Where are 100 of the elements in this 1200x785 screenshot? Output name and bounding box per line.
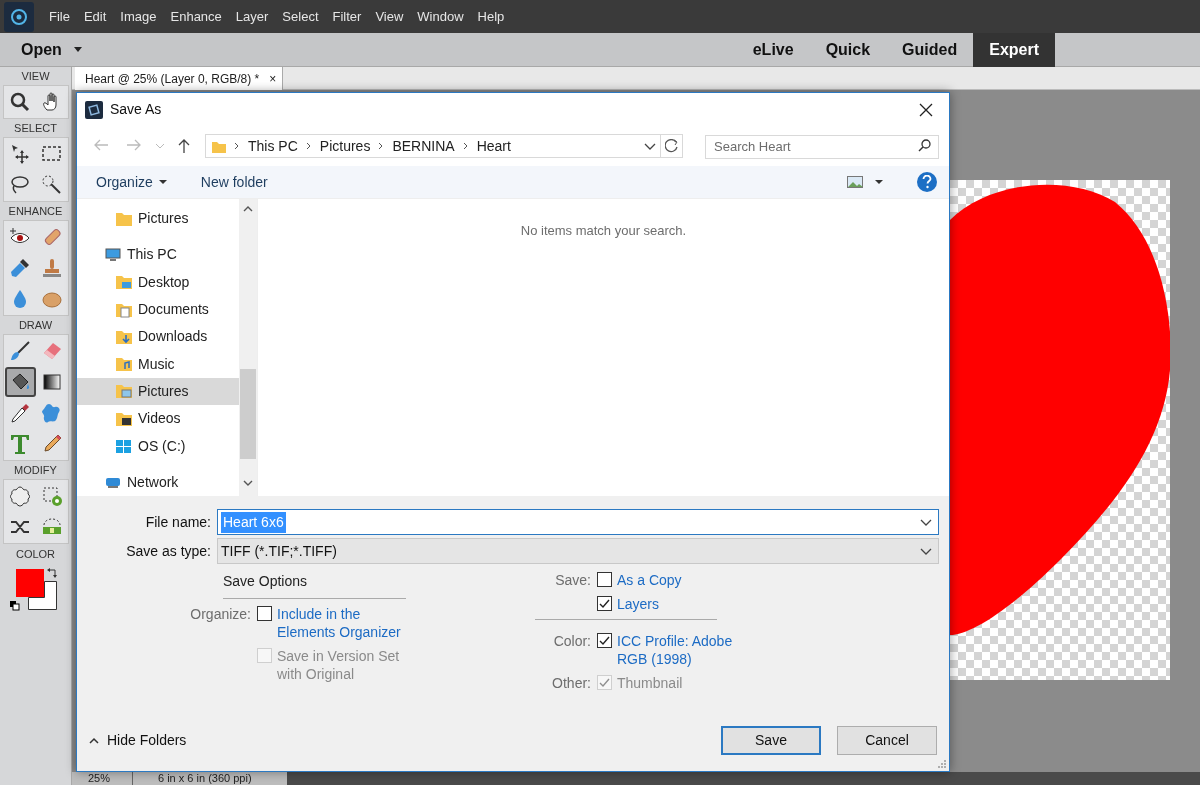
refresh-button[interactable] — [661, 134, 683, 158]
menu-item[interactable]: Select — [275, 6, 326, 27]
breadcrumb-item[interactable]: Heart — [476, 135, 511, 157]
mode-tab[interactable]: eLive — [736, 32, 810, 67]
scroll-thumb[interactable] — [240, 369, 256, 459]
option-label: Color: — [552, 632, 592, 650]
open-button[interactable]: Open — [21, 34, 82, 65]
section-label: MODIFY — [14, 463, 57, 478]
tree-item[interactable]: Music — [77, 350, 239, 378]
scrollbar[interactable] — [239, 199, 257, 496]
blob-shape-icon — [40, 402, 63, 424]
tree-item[interactable]: Network — [77, 468, 239, 496]
magnifier-icon — [9, 91, 31, 113]
chevron-up-icon — [89, 736, 99, 745]
app-logo-icon — [4, 1, 34, 32]
folder-icon — [116, 274, 132, 291]
address-bar[interactable]: This PC Pictures BERNINA Heart — [205, 134, 662, 158]
tree-item[interactable]: Videos — [77, 405, 239, 433]
checkbox[interactable] — [597, 596, 612, 611]
tree-item[interactable]: Downloads — [77, 323, 239, 351]
tree-item[interactable]: This PC — [77, 241, 239, 269]
section-label: SELECT — [14, 121, 57, 136]
breadcrumb-item[interactable]: This PC — [248, 135, 298, 157]
foreground-color-swatch[interactable] — [15, 569, 44, 597]
smudge-icon — [9, 257, 31, 279]
crop-gear-icon — [40, 485, 63, 507]
tree-item[interactable]: OS (C:) — [77, 432, 239, 460]
tree-item[interactable]: Desktop — [77, 268, 239, 296]
checkmark-icon — [599, 677, 610, 688]
menu-item[interactable]: Layer — [228, 6, 276, 27]
move-arrows-icon — [9, 143, 31, 165]
tree-item[interactable]: Pictures — [77, 205, 239, 233]
chevron-right-icon — [378, 142, 385, 150]
stamp-icon — [40, 257, 63, 279]
file-type-dropdown[interactable]: TIFF (*.TIF;*.TIFF) — [217, 538, 939, 564]
menu-item[interactable]: Enhance — [163, 6, 229, 27]
search-icon — [918, 139, 931, 152]
folder-icon — [116, 356, 132, 373]
menu-item[interactable]: Help — [470, 6, 512, 27]
chevron-right-icon — [462, 142, 469, 150]
dialog-button[interactable]: Save — [721, 726, 821, 755]
close-tab-button[interactable]: × — [269, 69, 277, 88]
checkbox-label[interactable]: As a Copy — [617, 571, 747, 589]
swap-arrows-icon — [46, 568, 57, 578]
checkbox[interactable] — [257, 606, 272, 621]
organize-button[interactable]: Organize — [89, 169, 174, 195]
zoom-level: 25% — [72, 772, 132, 785]
tree-item[interactable]: Pictures — [77, 377, 239, 406]
refresh-icon — [664, 139, 679, 153]
option-label: Other: — [551, 674, 592, 692]
menu-item[interactable]: File — [42, 6, 77, 27]
new-folder-button[interactable]: New folder — [193, 169, 275, 195]
checkbox-label[interactable]: Include in the Elements Organizer — [277, 605, 407, 641]
dialog-title: Save As — [110, 100, 163, 119]
help-button[interactable] — [917, 172, 937, 192]
folder-icon — [116, 328, 132, 345]
windows-drive-icon — [116, 438, 132, 454]
hide-folders-button[interactable]: Hide Folders — [89, 730, 187, 751]
chevron-down-icon — [920, 518, 932, 526]
menu-item[interactable]: Edit — [76, 6, 114, 27]
menu-item[interactable]: View — [368, 6, 411, 27]
mode-tab[interactable]: Guided — [886, 32, 974, 67]
breadcrumb-item[interactable]: Pictures — [319, 135, 371, 157]
tree-item[interactable]: Documents — [77, 295, 239, 324]
lasso-icon — [9, 174, 31, 196]
menu-item[interactable]: Image — [113, 6, 164, 27]
breadcrumb-item[interactable]: BERNINA — [392, 135, 455, 157]
chevron-down-icon — [920, 547, 932, 555]
menu-item[interactable]: Window — [410, 6, 471, 27]
background-color-swatch[interactable] — [27, 581, 57, 610]
checkbox-label[interactable]: Layers — [617, 595, 747, 613]
search-field[interactable]: Search Heart — [705, 134, 939, 159]
document-size: 6 in x 6 in (360 ppi) — [132, 772, 287, 785]
checkbox-label[interactable]: ICC Profile: Adobe RGB (1998) — [617, 632, 747, 668]
mode-tab[interactable]: Quick — [809, 32, 887, 67]
section-label: COLOR — [15, 547, 56, 562]
folder-icon — [116, 301, 132, 318]
section-title: Save Options — [223, 571, 406, 599]
checkbox[interactable] — [597, 633, 612, 648]
picture-icon — [847, 176, 863, 188]
section-label: ENHANCE — [8, 204, 63, 219]
section-label: VIEW — [21, 69, 50, 84]
app-logo-icon — [85, 100, 103, 119]
magic-wand-icon — [40, 174, 63, 196]
mode-tab[interactable]: Expert — [973, 32, 1055, 67]
chevron-down-icon — [644, 142, 657, 150]
question-mark-icon — [922, 175, 932, 189]
dialog-button[interactable]: Cancel — [837, 726, 937, 755]
checkmark-icon — [599, 635, 610, 646]
default-colors-icon — [9, 601, 20, 611]
caret-icon — [73, 47, 82, 52]
document-tab[interactable]: Heart @ 25% (Layer 0, RGB/8) * × — [75, 67, 284, 90]
eyedropper-icon — [9, 402, 31, 424]
menu-item[interactable]: Filter — [325, 6, 369, 27]
section-label: DRAW — [18, 318, 53, 333]
tool-button[interactable] — [4, 367, 36, 397]
checkmark-icon — [599, 598, 610, 609]
folder-icon — [116, 410, 132, 427]
folder-icon — [212, 139, 226, 153]
checkbox[interactable] — [597, 572, 612, 587]
